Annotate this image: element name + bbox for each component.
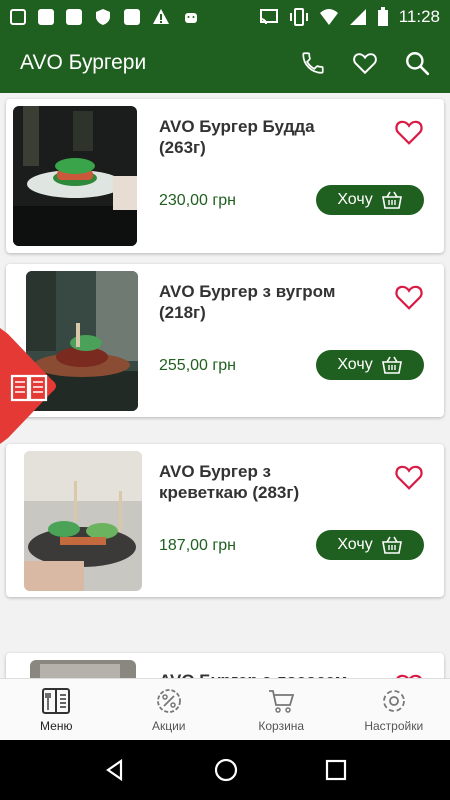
nav-promotions-label: Акции [151, 718, 186, 733]
bottom-navigation: Меню Акции Корзина Настройки [0, 678, 450, 740]
want-button-label: Хочу [337, 356, 373, 373]
status-notifications [10, 8, 200, 26]
want-button-label: Хочу [337, 536, 373, 553]
product-title[interactable]: AVO Бургер з лососем [159, 670, 349, 678]
screenshot-icon [10, 8, 26, 25]
want-button[interactable]: Хочу [316, 530, 424, 560]
nav-menu[interactable]: Меню [0, 679, 113, 740]
cart-icon [269, 689, 295, 713]
search-icon[interactable] [404, 50, 430, 76]
shield-icon [96, 8, 110, 25]
app-bar: AVO Бургери [0, 33, 450, 93]
want-button-label: Хочу [337, 191, 373, 208]
product-image [13, 106, 137, 246]
basket-icon [381, 536, 402, 554]
notification-icon [66, 8, 82, 25]
menu-book-icon [42, 687, 71, 714]
system-navigation-bar [0, 740, 450, 800]
want-button[interactable]: Хочу [316, 185, 424, 215]
notification-icon [124, 8, 140, 25]
page-title: AVO Бургери [20, 51, 147, 74]
status-bar: 11:28 [0, 0, 450, 33]
product-price: 255,00 грн [159, 357, 236, 374]
product-price: 230,00 грн [159, 192, 236, 209]
nav-menu-label: Меню [40, 718, 73, 733]
basket-icon [381, 191, 402, 209]
product-card[interactable]: AVO Бургер з креветкаю (283г) 187,00 грн… [6, 444, 444, 597]
product-title[interactable]: AVO Бургер Будда (263г) [159, 116, 349, 158]
home-icon[interactable] [213, 757, 239, 783]
gear-icon [382, 689, 405, 712]
notification-icon [38, 8, 54, 25]
phone-icon[interactable] [300, 50, 326, 76]
want-button[interactable]: Хочу [316, 350, 424, 380]
wifi-icon [319, 8, 338, 25]
basket-icon [381, 356, 402, 374]
nav-promotions[interactable]: Акции [113, 679, 226, 740]
favorite-heart-icon[interactable] [394, 117, 424, 147]
product-list[interactable]: AVO Бургер Будда (263г) 230,00 грн Хочу … [0, 93, 450, 678]
product-image [30, 660, 136, 678]
product-title[interactable]: AVO Бургер з вугром (218г) [159, 281, 349, 323]
status-time: 11:28 [398, 6, 440, 26]
product-title[interactable]: AVO Бургер з креветкаю (283г) [159, 461, 349, 503]
product-card[interactable]: AVO Бургер з лососем [6, 653, 444, 678]
heart-icon[interactable] [352, 50, 378, 76]
warning-icon [153, 8, 169, 24]
discount-icon [156, 688, 181, 713]
nav-settings-label: Настройки [364, 718, 424, 733]
status-system: 11:28 [259, 6, 440, 27]
nav-cart[interactable]: Корзина [225, 679, 338, 740]
favorite-heart-icon[interactable] [394, 462, 424, 492]
nav-cart-label: Корзина [258, 718, 305, 733]
battery-icon [377, 6, 388, 26]
product-card[interactable]: AVO Бургер з вугром (218г) 255,00 грн Хо… [6, 264, 444, 417]
product-image [24, 451, 142, 591]
product-card[interactable]: AVO Бургер Будда (263г) 230,00 грн Хочу [6, 99, 444, 253]
product-price: 187,00 грн [159, 537, 236, 554]
vibrate-icon [289, 7, 308, 26]
signal-icon [349, 8, 366, 25]
nav-settings[interactable]: Настройки [338, 679, 450, 740]
recents-icon[interactable] [325, 759, 347, 781]
cast-icon [259, 8, 278, 24]
side-menu-tab[interactable] [0, 328, 62, 444]
favorite-heart-icon[interactable] [394, 282, 424, 312]
favorite-heart-icon[interactable] [394, 671, 424, 678]
back-icon[interactable] [103, 758, 127, 782]
android-icon [185, 12, 197, 23]
